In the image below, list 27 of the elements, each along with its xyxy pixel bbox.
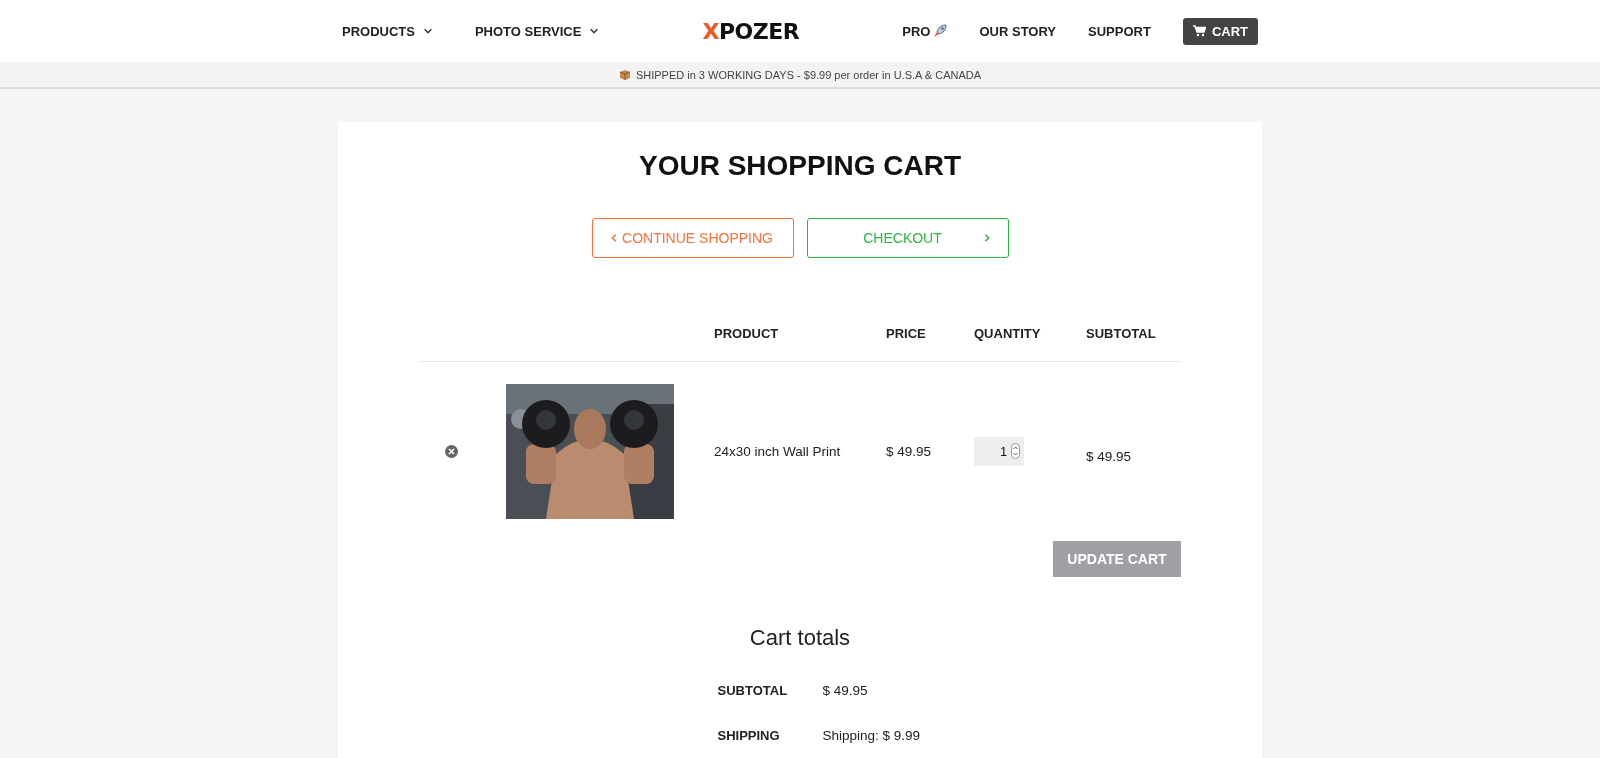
nav-link[interactable]: SUPPORT — [1088, 23, 1151, 39]
totals-label: SHIPPING — [717, 728, 781, 744]
cart-totals-title: Cart totals — [749, 624, 851, 651]
price-cell-text: $ 49.95 — [886, 444, 933, 459]
nav-link[interactable]: OUR STORY — [979, 23, 1057, 39]
nav-link[interactable]: PHOTO SERVICE — [474, 23, 600, 39]
column-header: PRODUCT — [714, 326, 780, 341]
totals-value: Shipping: $ 9.99 — [822, 728, 922, 744]
nav-link[interactable]: PRODUCTS — [342, 23, 433, 39]
product-name: 24x30 inch Wall Print — [714, 444, 842, 459]
subtotal-cell-text: $ 49.95 — [1086, 449, 1133, 464]
column-header: PRICE — [886, 326, 927, 341]
shipping-notice: SHIPPED in 3 WORKING DAYS - $9.99 per order in U.S.A & CANADA — [635, 68, 982, 81]
package-icon — [618, 68, 631, 81]
cart-button[interactable]: CART — [1182, 17, 1258, 45]
logo[interactable]: XPOZER — [702, 18, 800, 44]
quantity-field[interactable]: 1 — [974, 437, 1024, 466]
totals-value: $ 49.95 — [822, 683, 869, 699]
column-header: SUBTOTAL — [1086, 326, 1157, 341]
rocket-icon — [933, 24, 948, 38]
column-header: QUANTITY — [974, 326, 1042, 341]
remove-icon[interactable] — [445, 445, 458, 458]
spinner-icon[interactable] — [1011, 443, 1020, 459]
cart-icon — [1192, 25, 1206, 37]
totals-label: SUBTOTAL — [717, 683, 789, 699]
nav-link[interactable]: PRO — [902, 23, 948, 39]
page-title: YOUR SHOPPING CART — [639, 150, 961, 182]
